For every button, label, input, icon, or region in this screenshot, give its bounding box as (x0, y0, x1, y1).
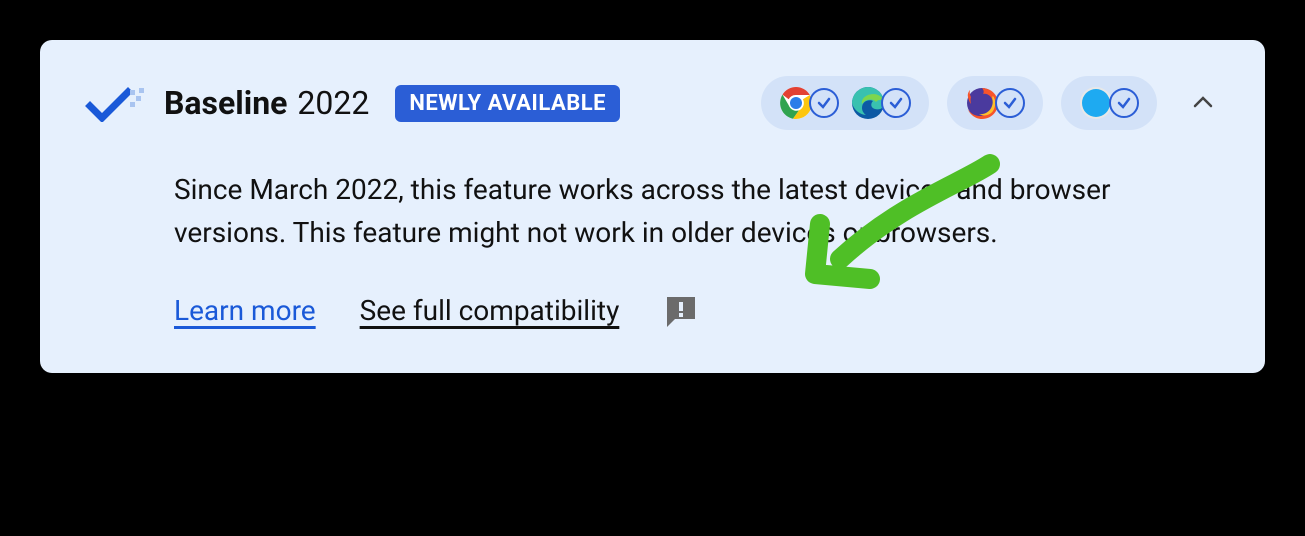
links-row: Learn more See full compatibility (174, 293, 1161, 329)
safari-icon (1079, 86, 1113, 120)
title-group: Baseline 2022 (164, 84, 369, 122)
card-body: Since March 2022, this feature works acr… (84, 168, 1221, 329)
baseline-check-icon (84, 84, 146, 122)
title-year: 2022 (297, 84, 369, 122)
collapse-toggle[interactable] (1185, 86, 1221, 121)
support-check-icon (881, 88, 911, 118)
browser-edge (851, 86, 911, 120)
chrome-icon (779, 86, 813, 120)
description-text: Since March 2022, this feature works acr… (174, 168, 1161, 255)
support-check-icon (995, 88, 1025, 118)
full-compatibility-link[interactable]: See full compatibility (360, 294, 620, 327)
edge-icon (851, 86, 885, 120)
browser-group-firefox (947, 76, 1043, 130)
learn-more-link[interactable]: Learn more (174, 294, 316, 327)
feedback-icon[interactable] (663, 293, 699, 329)
browser-support-list (761, 76, 1157, 130)
browser-chrome (779, 86, 839, 120)
support-check-icon (1109, 88, 1139, 118)
availability-badge: NEWLY AVAILABLE (395, 85, 620, 122)
baseline-card: Baseline 2022 NEWLY AVAILABLE (40, 40, 1265, 373)
browser-group-safari (1061, 76, 1157, 130)
card-header: Baseline 2022 NEWLY AVAILABLE (84, 76, 1221, 130)
browser-group-chromium (761, 76, 929, 130)
browser-safari (1079, 86, 1139, 120)
browser-firefox (965, 86, 1025, 120)
title-label: Baseline (164, 84, 287, 122)
firefox-icon (965, 86, 999, 120)
support-check-icon (809, 88, 839, 118)
